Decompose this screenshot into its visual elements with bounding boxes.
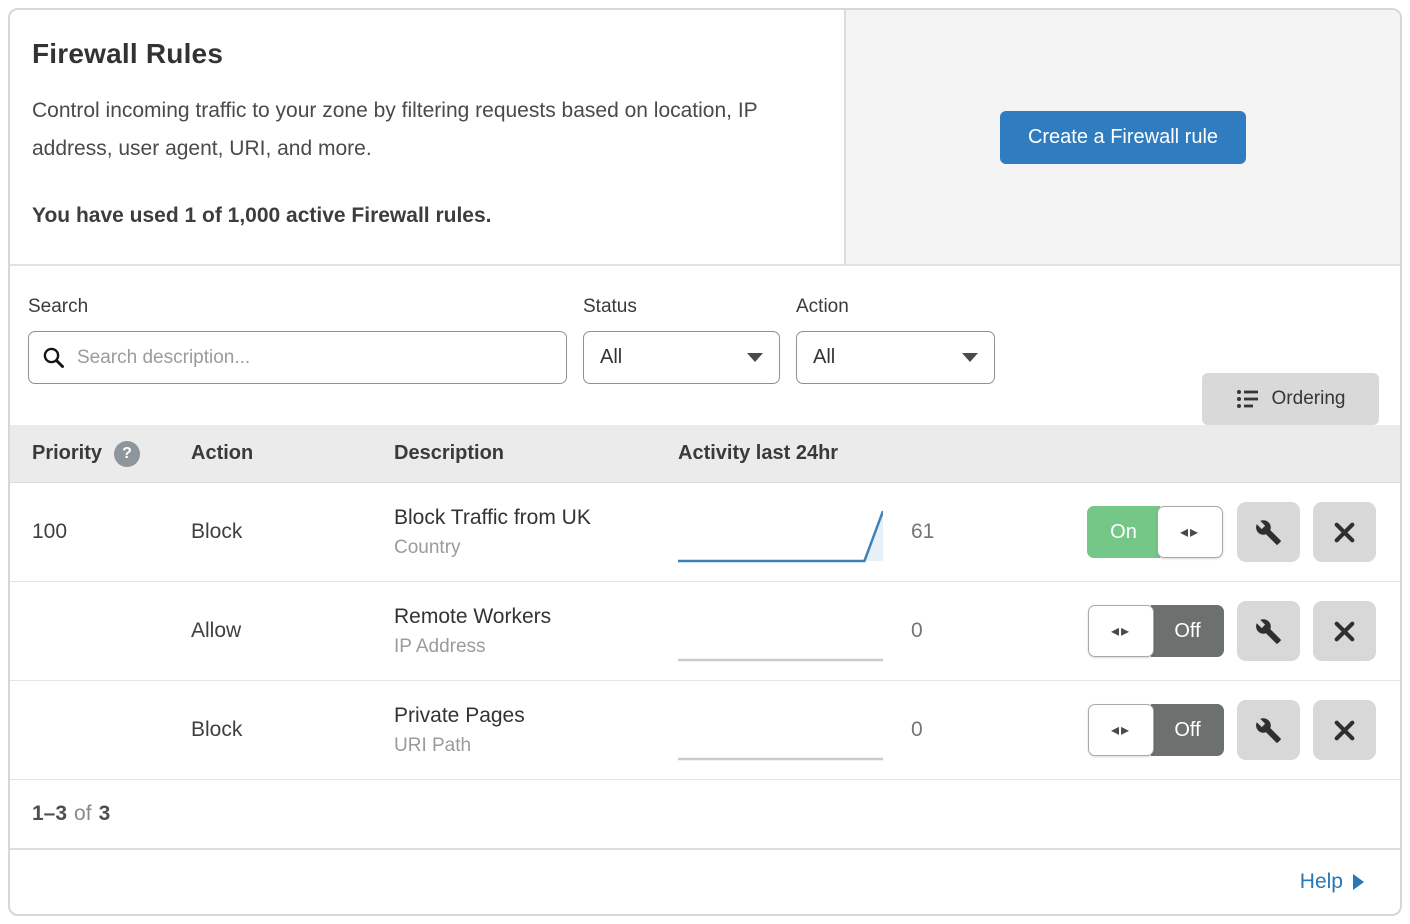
rule-type: IP Address [394,636,678,658]
help-row: Help [10,850,1400,913]
table-header: Priority ? Action Description Activity l… [10,425,1400,483]
toggle-drag-handle-icon[interactable]: ◂▸ [1088,605,1154,657]
toggle-drag-handle-icon[interactable]: ◂▸ [1088,704,1154,756]
ordering-button[interactable]: Ordering [1202,373,1379,425]
filter-bar: Search Status All Action All [10,266,1400,425]
search-box [28,331,567,384]
status-group: Status All [583,296,780,425]
search-icon [42,346,65,369]
close-icon [1332,619,1357,644]
activity-count: 61 [911,520,951,544]
rule-description-cell: Remote Workers IP Address [394,605,678,658]
action-selected-value: All [813,346,835,369]
column-action: Action [191,442,394,465]
rule-description: Block Traffic from UK [394,506,678,530]
header-action-area: Create a Firewall rule [846,10,1400,266]
rule-enabled-toggle[interactable]: On ◂▸ [1087,506,1224,558]
rule-activity-cell: 0 Off ◂▸ [678,599,1400,663]
delete-rule-button[interactable] [1313,601,1376,661]
ordered-list-icon [1236,387,1260,411]
toggle-drag-handle-icon[interactable]: ◂▸ [1157,506,1223,558]
rule-type: URI Path [394,735,678,757]
help-link[interactable]: Help [1300,870,1364,894]
status-label: Status [583,296,780,318]
edit-rule-button[interactable] [1237,502,1300,562]
rule-controls: Off ◂▸ [1087,601,1376,661]
header: Firewall Rules Control incoming traffic … [10,10,1400,266]
close-icon [1332,718,1357,743]
firewall-rules-panel: Firewall Rules Control incoming traffic … [8,8,1402,916]
search-input[interactable] [28,331,567,384]
help-link-label: Help [1300,870,1343,894]
close-icon [1332,520,1357,545]
toggle-state-label: On [1087,506,1160,558]
action-label: Action [796,296,995,318]
status-selected-value: All [600,346,622,369]
activity-sparkline [678,698,883,762]
column-priority: Priority [32,442,102,465]
rule-activity-cell: 0 Off ◂▸ [678,698,1400,762]
action-group: Action All [796,296,995,425]
search-group: Search [28,296,567,425]
table-row: Allow Remote Workers IP Address 0 Off ◂▸ [10,582,1400,681]
rule-action: Allow [191,619,394,643]
delete-rule-button[interactable] [1313,700,1376,760]
wrench-icon [1255,618,1282,645]
rule-description-cell: Block Traffic from UK Country [394,506,678,559]
ordering-button-label: Ordering [1272,388,1346,410]
activity-sparkline [678,500,883,564]
column-description: Description [394,442,678,465]
activity-count: 0 [911,718,951,742]
rule-action: Block [191,718,394,742]
pagination-of: of [74,802,92,826]
activity-count: 0 [911,619,951,643]
usage-note: You have used 1 of 1,000 active Firewall… [32,204,804,228]
action-select[interactable]: All [796,331,995,384]
pagination: 1–3 of 3 [10,780,1400,850]
toggle-state-label: Off [1151,704,1224,756]
wrench-icon [1255,519,1282,546]
search-label: Search [28,296,567,318]
rule-controls: On ◂▸ [1087,502,1376,562]
priority-help-icon[interactable]: ? [114,441,140,467]
rule-controls: Off ◂▸ [1087,700,1376,760]
rule-action: Block [191,520,394,544]
page-description: Control incoming traffic to your zone by… [32,92,792,168]
pagination-range: 1–3 [32,802,67,826]
table-row: Block Private Pages URI Path 0 Off ◂▸ [10,681,1400,780]
rule-description: Private Pages [394,704,678,728]
rule-enabled-toggle[interactable]: Off ◂▸ [1087,704,1224,756]
pagination-total: 3 [99,802,111,826]
create-firewall-rule-button[interactable]: Create a Firewall rule [1000,111,1246,164]
toggle-state-label: Off [1151,605,1224,657]
rule-activity-cell: 61 On ◂▸ [678,500,1400,564]
rule-priority: 100 [10,520,191,544]
wrench-icon [1255,717,1282,744]
rule-enabled-toggle[interactable]: Off ◂▸ [1087,605,1224,657]
rule-type: Country [394,537,678,559]
rule-description-cell: Private Pages URI Path [394,704,678,757]
header-text-block: Firewall Rules Control incoming traffic … [10,10,846,266]
status-select[interactable]: All [583,331,780,384]
chevron-down-icon [747,353,763,362]
arrow-right-icon [1353,874,1364,890]
table-row: 100 Block Block Traffic from UK Country … [10,483,1400,582]
column-activity: Activity last 24hr [678,442,1400,465]
page-title: Firewall Rules [32,38,804,70]
edit-rule-button[interactable] [1237,601,1300,661]
delete-rule-button[interactable] [1313,502,1376,562]
rule-description: Remote Workers [394,605,678,629]
activity-sparkline [678,599,883,663]
chevron-down-icon [962,353,978,362]
edit-rule-button[interactable] [1237,700,1300,760]
